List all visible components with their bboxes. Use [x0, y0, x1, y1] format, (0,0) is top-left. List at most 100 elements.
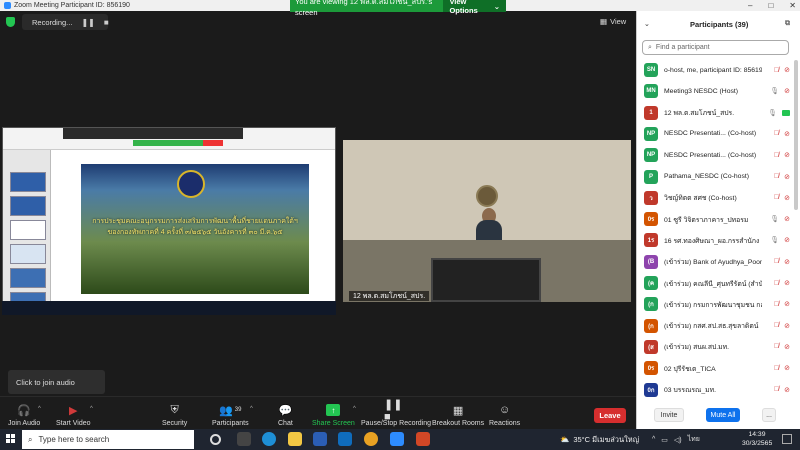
participant-search-input[interactable]: ⌕ Find a participant	[642, 40, 789, 55]
invite-button[interactable]: Invite	[654, 408, 684, 422]
view-options-button[interactable]: View Options ⌄	[443, 0, 506, 15]
participant-name: 16 รศ.ทองศิษณา_ผอ.กรรสำนักง	[664, 237, 760, 245]
participant-row[interactable]: ว วิชญ์ทิตต สศช (Co-host) 🎙̸ ⊘	[644, 188, 790, 208]
participant-row[interactable]: (B (เข้าร่วม) Bank of Ayudhya_Poonsi... 🎙̸…	[644, 252, 790, 272]
camera-off-icon: ⊘	[784, 130, 790, 138]
chrome-icon[interactable]	[364, 432, 378, 446]
participant-name: (เข้าร่วม) Bank of Ayudhya_Poonsi...	[664, 259, 762, 267]
mic-muted-icon: 🎙̸	[773, 386, 780, 393]
participant-avatar: 0ก	[644, 382, 658, 397]
weather-widget[interactable]: ⛅ 35°C มีเมฆส่วนใหญ่	[560, 430, 639, 449]
leave-button[interactable]: Leave	[594, 408, 626, 423]
participants-label: Participants	[212, 420, 249, 427]
mute-all-button[interactable]: Mute All	[706, 408, 740, 422]
participant-status-icons: 🎙̸ ⊘	[774, 194, 790, 202]
participant-row[interactable]: 0ร 01 ซูรี วิจิตราภาคาร_ปทอรม 🎙 ⊘	[644, 209, 790, 229]
clock-date: 30/3/2565	[742, 440, 773, 447]
keyboard-language[interactable]: ไทย	[688, 434, 700, 445]
participant-row[interactable]: 1ร 16 รศ.ทองศิษณา_ผอ.กรรสำนักง 🎙 ⊘	[644, 230, 790, 250]
pause-recording-button[interactable]: ❚❚	[81, 18, 94, 27]
participant-row[interactable]: NP NESDC Presentati... (Co-host) 🎙̸ ⊘	[644, 124, 790, 144]
more-options-button[interactable]: ...	[762, 408, 776, 422]
participant-status-icons: 🎙̸ ⊘	[774, 386, 790, 394]
reactions-button[interactable]: ☺ Reactions	[489, 404, 520, 432]
notifications-icon[interactable]	[782, 434, 792, 444]
stop-recording-button[interactable]: ■	[104, 18, 109, 27]
participant-name: 01 ซูรี วิจิตราภาคาร_ปทอรม	[664, 216, 749, 224]
participant-avatar: (B	[644, 254, 658, 269]
participant-row[interactable]: P Pathama_NESDC (Co-host) 🎙̸ ⊘	[644, 167, 790, 187]
chat-button[interactable]: 💬 Chat	[278, 404, 293, 432]
powerpoint-app-icon[interactable]	[416, 432, 430, 446]
search-placeholder: Find a participant	[655, 44, 710, 51]
tray-chevron-icon[interactable]: ^	[652, 436, 655, 443]
participants-button[interactable]: 👥 39 Participants	[212, 404, 249, 432]
mic-muted-icon: 🎙̸	[773, 258, 780, 266]
file-explorer-icon[interactable]	[288, 432, 302, 446]
collapse-chevron-icon[interactable]: ⌄	[644, 20, 650, 28]
network-icon[interactable]: ▭	[661, 436, 668, 444]
widgets-icon[interactable]	[237, 432, 251, 446]
security-button[interactable]: ⛨ Security	[162, 404, 187, 432]
participant-row[interactable]: MN Meeting3 NESDC (Host) 🎙 ⊘	[644, 81, 790, 101]
close-button[interactable]: ✕	[789, 1, 796, 10]
powerpoint-ribbon	[3, 128, 335, 150]
participant-row[interactable]: SN o-host, me, participant ID: 856190) 🎙̸ ⊘	[644, 60, 790, 80]
camera-off-icon: ⊘	[784, 194, 790, 202]
edge-icon[interactable]	[262, 432, 276, 446]
participant-row[interactable]: (ส (เข้าร่วม) สนผ.สป.มท. 🎙̸ ⊘	[644, 337, 790, 357]
volume-icon[interactable]: ◁)	[674, 436, 682, 444]
participant-avatar: (ค	[644, 276, 658, 290]
camera-off-icon: ⊘	[784, 280, 790, 287]
camera-off-icon: ⊘	[784, 152, 790, 160]
participant-row[interactable]: NP NESDC Presentati... (Co-host) 🎙̸ ⊘	[644, 145, 790, 165]
participants-caret-icon[interactable]: ^	[250, 406, 253, 412]
zoom-logo-icon	[4, 2, 11, 9]
participant-row[interactable]: (ก (เข้าร่วม) กรมการพัฒนาชุมชน กองแ... 🎙̸ ⊘	[644, 294, 790, 314]
emblem-logo-icon	[177, 170, 205, 198]
participant-row[interactable]: 0ร 02 ปุรีรัชเต_TICA 🎙̸ ⊘	[644, 358, 790, 378]
share-caret-icon[interactable]: ^	[353, 406, 356, 412]
headphones-icon: 🎧	[17, 404, 31, 417]
participant-status-icons: 🎙̸ ⊘	[774, 130, 790, 138]
windows-start-icon[interactable]	[6, 434, 16, 444]
participant-name: 03 บรรณรณ_มท.	[664, 387, 716, 394]
maximize-button[interactable]: □	[768, 1, 773, 10]
participant-row[interactable]: (ก (เข้าร่วม) กสศ.สป.สธ.สุขลาดิตน์ 🎙̸ ⊘	[644, 316, 790, 336]
participants-panel-header: ⌄ Participants (39) ⧉	[636, 15, 800, 33]
camera-off-icon: ⊘	[784, 365, 790, 373]
monitor	[431, 258, 541, 302]
video-options-caret-icon[interactable]: ^	[90, 406, 93, 412]
popout-icon[interactable]: ⧉	[785, 20, 790, 28]
taskbar-search-input[interactable]: ⌕ Type here to search	[22, 430, 194, 449]
encryption-shield-icon[interactable]	[6, 17, 15, 27]
view-button[interactable]: ▦ View	[600, 15, 626, 27]
audio-options-caret-icon[interactable]: ^	[38, 406, 41, 412]
store-icon[interactable]	[313, 432, 327, 446]
participant-status-icons: 🎙̸ ⊘	[774, 322, 790, 330]
participant-name: Pathama_NESDC (Co-host)	[664, 173, 749, 180]
join-audio-label: Join Audio	[8, 420, 41, 427]
minimize-button[interactable]: –	[748, 1, 752, 10]
participant-status-icons: 🎙̸ ⊘	[774, 343, 790, 351]
participant-row[interactable]: 1 12 พล.ต.สมโภชน์_สปร. 🎙	[644, 103, 790, 123]
viewing-screen-banner: You are viewing 12 พล.ต.สมโภชน์_สปร.'s s…	[290, 0, 506, 17]
participant-row[interactable]: 0ก 03 บรรณรณ_มท. 🎙̸ ⊘	[644, 380, 790, 400]
share-screen-button[interactable]: ↑ Share Screen	[312, 404, 355, 432]
participant-avatar: ว	[644, 190, 658, 205]
zoom-app-icon[interactable]	[390, 432, 404, 446]
participants-scrollbar[interactable]	[794, 60, 798, 210]
participant-avatar: 0ร	[644, 361, 658, 376]
pause-stop-recording-button[interactable]: ❚❚ ■ Pause/Stop Recording	[361, 399, 431, 432]
join-audio-button[interactable]: 🎧 Join Audio	[8, 404, 40, 432]
participant-name: วิชญ์ทิตต สศช (Co-host)	[664, 195, 737, 203]
start-video-button[interactable]: ▶ Start Video	[56, 404, 91, 432]
mail-icon[interactable]	[338, 432, 352, 446]
taskbar-clock[interactable]: 14:39 30/3/2565	[742, 430, 772, 449]
camera-off-icon: ⊘	[784, 343, 790, 351]
mic-muted-icon: 🎙̸	[773, 151, 780, 159]
mic-icon: 🎙	[768, 109, 777, 117]
participant-row[interactable]: (ค (เข้าร่วม) คณลีนี_ศุนทรีรัตน์ (สำนักงา…	[644, 273, 790, 293]
task-view-icon[interactable]	[210, 434, 221, 445]
breakout-rooms-button[interactable]: ▦ Breakout Rooms	[432, 404, 484, 432]
